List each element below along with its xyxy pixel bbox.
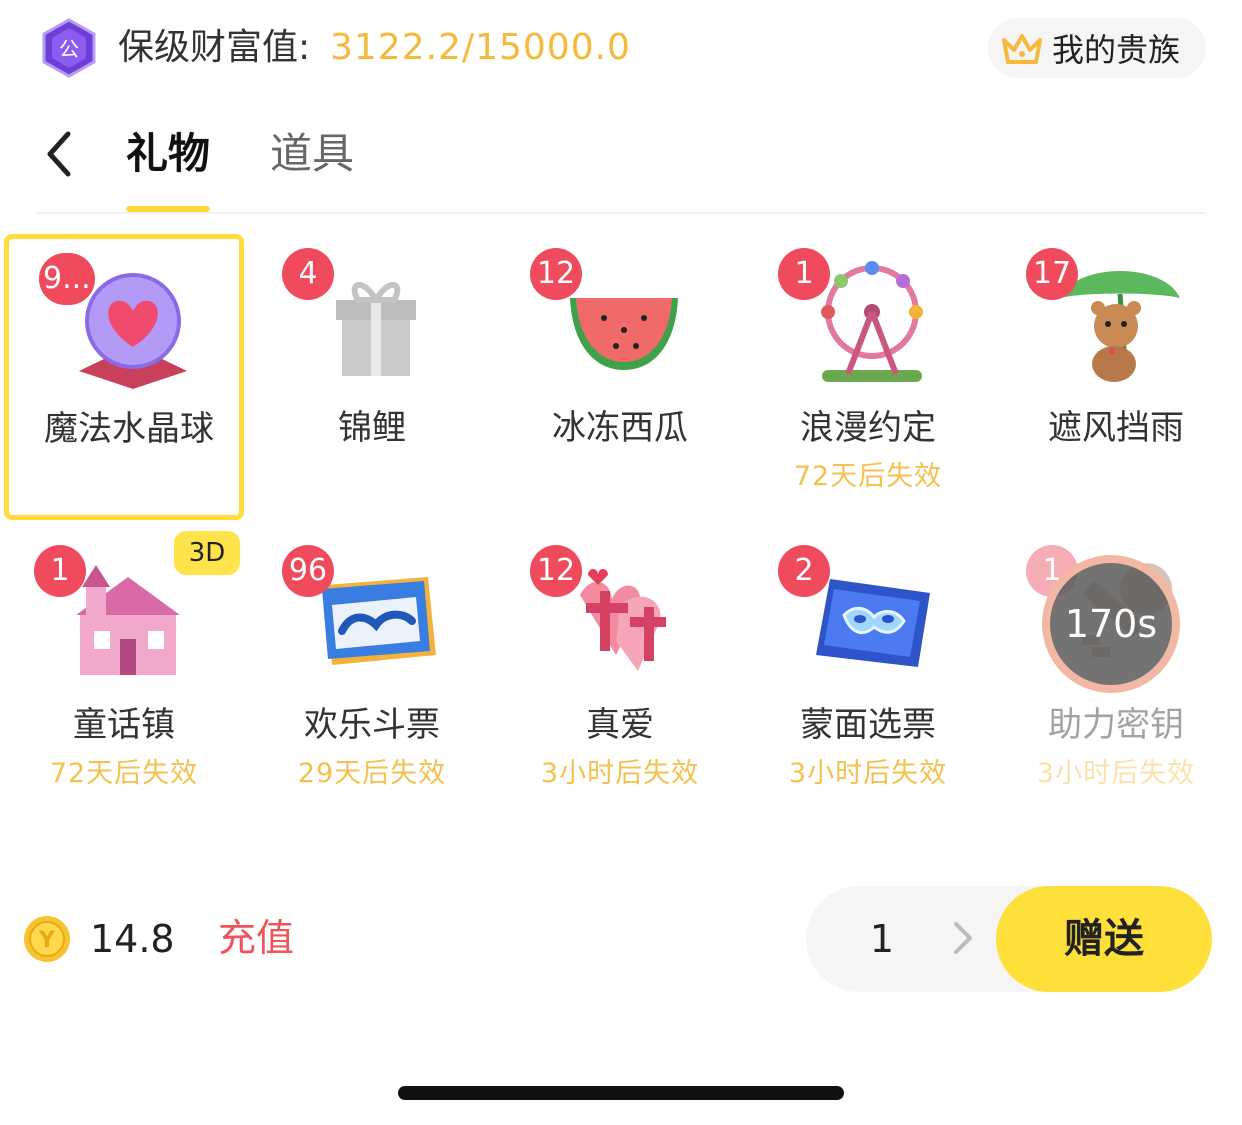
gift-name: 欢乐斗票 bbox=[304, 705, 440, 745]
gift-count-badge: 2 bbox=[778, 545, 830, 597]
gift-count-badge: 1 bbox=[778, 248, 830, 300]
tab-props[interactable]: 道具 bbox=[270, 126, 354, 182]
gift-name: 遮风挡雨 bbox=[1048, 408, 1184, 448]
recharge-link[interactable]: 充值 bbox=[218, 912, 294, 964]
tab-divider bbox=[36, 212, 1206, 214]
guard-wealth-label: 保级财富值: bbox=[118, 27, 311, 68]
gift-expire-text: 3小时后失效 bbox=[788, 758, 948, 789]
guild-badge-icon: 公 bbox=[42, 18, 96, 78]
gift-item-happy-ticket[interactable]: 96 欢乐斗票 29天后失效 bbox=[252, 531, 492, 817]
gift-count-badge: 1 bbox=[34, 545, 86, 597]
chevron-right-icon[interactable] bbox=[948, 918, 976, 958]
gift-item-romantic-date[interactable]: 1 浪漫约定 72天后失效 bbox=[748, 234, 988, 520]
quantity-value[interactable]: 1 bbox=[862, 912, 902, 966]
gift-item-fairy-town[interactable]: 1 3D 童话镇 72天后失效 bbox=[4, 531, 244, 817]
gift-item-true-love[interactable]: 12 真爱 3小时后失效 bbox=[500, 531, 740, 817]
tab-gifts[interactable]: 礼物 bbox=[126, 126, 210, 182]
gift-name: 童话镇 bbox=[73, 705, 175, 745]
my-noble-button[interactable]: 我的贵族 bbox=[988, 18, 1206, 78]
gift-expire-text: 3小时后失效 bbox=[1036, 758, 1196, 789]
gift-name: 浪漫约定 bbox=[800, 408, 936, 448]
gift-count-badge: 9... bbox=[39, 253, 95, 305]
coin-icon: Y bbox=[24, 916, 70, 962]
gift-name: 助力密钥 bbox=[1048, 705, 1184, 745]
back-icon[interactable] bbox=[38, 128, 82, 180]
gift-item-boost-key[interactable]: 1 170s 助力密钥 3小时后失效 bbox=[996, 531, 1236, 817]
guard-wealth-value: 3122.2/15000.0 bbox=[330, 27, 631, 68]
gift-name: 冰冻西瓜 bbox=[552, 408, 688, 448]
gift-item-masked-vote[interactable]: 2 蒙面选票 3小时后失效 bbox=[748, 531, 988, 817]
gift-count-badge: 17 bbox=[1026, 248, 1078, 300]
home-indicator[interactable] bbox=[398, 1086, 844, 1100]
cooldown-timer: 170s bbox=[1042, 555, 1180, 693]
gift-item-koi[interactable]: 4 锦鲤 bbox=[252, 234, 492, 520]
svg-text:公: 公 bbox=[59, 37, 79, 61]
crown-icon bbox=[1002, 34, 1042, 64]
gift-expire-text: 72天后失效 bbox=[49, 758, 199, 789]
gift-item-shelter[interactable]: 17 遮风挡雨 bbox=[996, 234, 1236, 520]
coin-balance: 14.8 bbox=[90, 917, 175, 961]
gift-count-badge: 4 bbox=[282, 248, 334, 300]
gift-name: 蒙面选票 bbox=[800, 705, 936, 745]
send-button[interactable]: 赠送 bbox=[996, 886, 1212, 992]
3d-tag: 3D bbox=[174, 531, 240, 575]
gift-item-crystal-ball[interactable]: 9... 魔法水晶球 bbox=[4, 234, 244, 520]
gift-expire-text: 29天后失效 bbox=[297, 758, 447, 789]
gift-panel: 公 保级财富值: 3122.2/15000.0 我的贵族 礼物 道具 9... … bbox=[0, 0, 1242, 1125]
gift-item-frozen-watermelon[interactable]: 12 冰冻西瓜 bbox=[500, 234, 740, 520]
gift-name: 魔法水晶球 bbox=[44, 409, 214, 449]
gift-count-badge: 12 bbox=[530, 248, 582, 300]
gift-count-badge: 12 bbox=[530, 545, 582, 597]
gift-name: 真爱 bbox=[586, 705, 654, 745]
gift-expire-text: 72天后失效 bbox=[793, 461, 943, 492]
gift-expire-text: 3小时后失效 bbox=[540, 758, 700, 789]
gift-count-badge: 96 bbox=[282, 545, 334, 597]
svg-text:Y: Y bbox=[38, 928, 56, 953]
my-noble-label: 我的贵族 bbox=[1052, 31, 1181, 69]
gift-name: 锦鲤 bbox=[338, 408, 406, 448]
